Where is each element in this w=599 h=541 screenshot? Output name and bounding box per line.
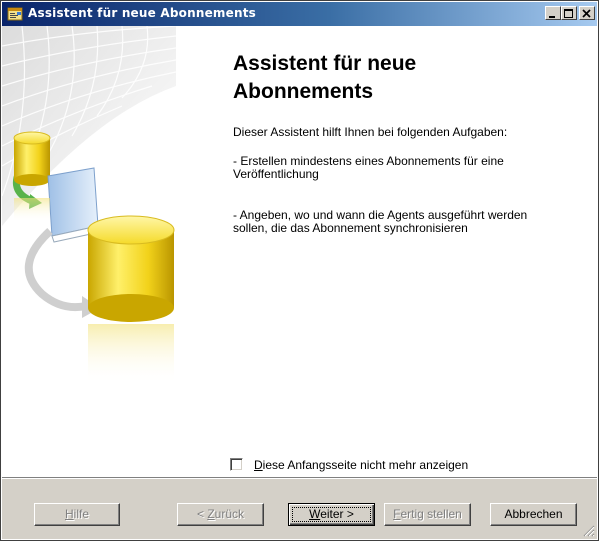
close-button[interactable] [579,6,595,20]
minimize-button[interactable] [545,6,561,20]
finish-button[interactable]: Fertig stellen [384,503,471,526]
button-bar: Hilfe < Zurück Weiter > Fertig stellen A… [2,479,597,539]
next-button[interactable]: Weiter > [288,503,375,526]
help-button[interactable]: Hilfe [34,503,120,526]
maximize-icon [564,9,573,18]
cancel-button[interactable]: Abbrechen [490,503,577,526]
minimize-icon [549,16,555,18]
hide-welcome-label[interactable]: Diese Anfangsseite nicht mehr anzeigen [254,458,468,472]
wizard-app-icon [7,6,23,22]
title-bar[interactable]: Assistent für neue Abonnements [2,2,597,26]
maximize-button[interactable] [561,6,577,20]
intro-text: Dieser Assistent hilft Ihnen bei folgend… [233,125,508,139]
task-item: - Angeben, wo und wann die Agents ausgef… [233,208,528,235]
focus-rect [292,507,371,522]
wizard-window: Assistent für neue Abonnements Assistent… [0,0,599,541]
illustration-panel [2,26,176,477]
close-icon [582,9,591,18]
page-title: Assistent für neue Abonnements [233,52,417,103]
resize-grip-icon[interactable] [583,525,595,537]
database-publication-illustration [2,26,176,477]
task-item: - Erstellen mindestens eines Abonnements… [233,154,504,181]
window-title: Assistent für neue Abonnements [28,6,256,20]
back-button[interactable]: < Zurück [177,503,264,526]
hide-welcome-checkbox[interactable] [230,458,243,471]
welcome-content: Assistent für neue Abonnements Dieser As… [233,31,578,235]
